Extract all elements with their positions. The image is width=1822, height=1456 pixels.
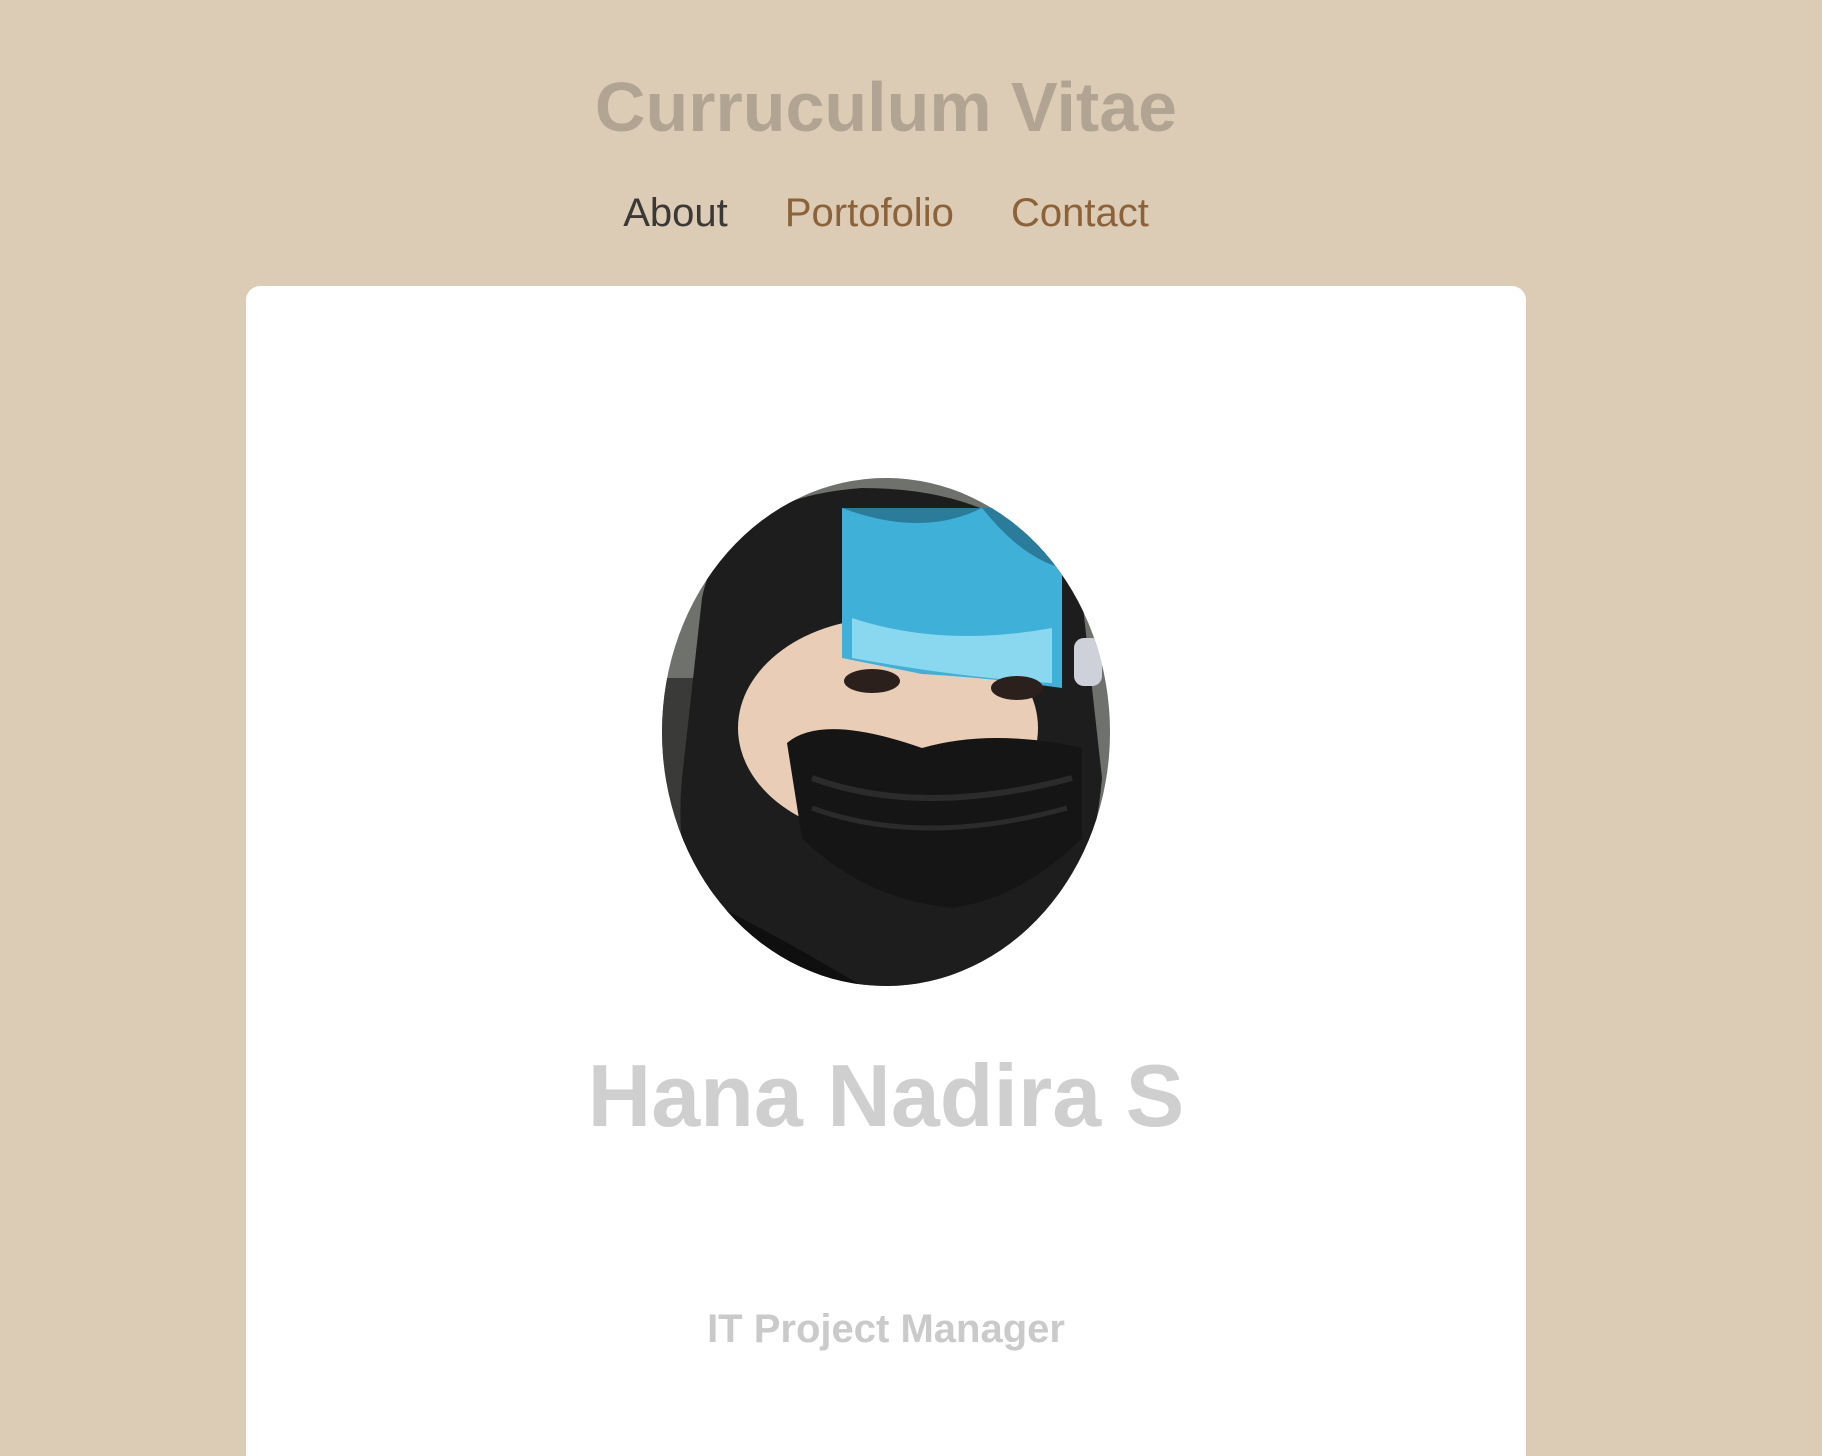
nav-link-contact[interactable]: Contact bbox=[1011, 191, 1149, 235]
profile-photo bbox=[662, 478, 1110, 986]
profile-name: Hana Nadira S bbox=[587, 1046, 1185, 1145]
main-nav: About Portofolio Contact bbox=[0, 188, 1772, 238]
nav-link-portofolio[interactable]: Portofolio bbox=[785, 191, 954, 235]
profile-role: IT Project Manager bbox=[707, 1307, 1065, 1351]
profile-card: Hana Nadira S IT Project Manager bbox=[246, 286, 1526, 1456]
profile-photo-illustration bbox=[662, 478, 1110, 986]
page: Curruculum Vitae About Portofolio Contac… bbox=[0, 0, 1822, 1456]
nav-link-about[interactable]: About bbox=[623, 191, 728, 235]
site-title: Curruculum Vitae bbox=[594, 68, 1178, 146]
